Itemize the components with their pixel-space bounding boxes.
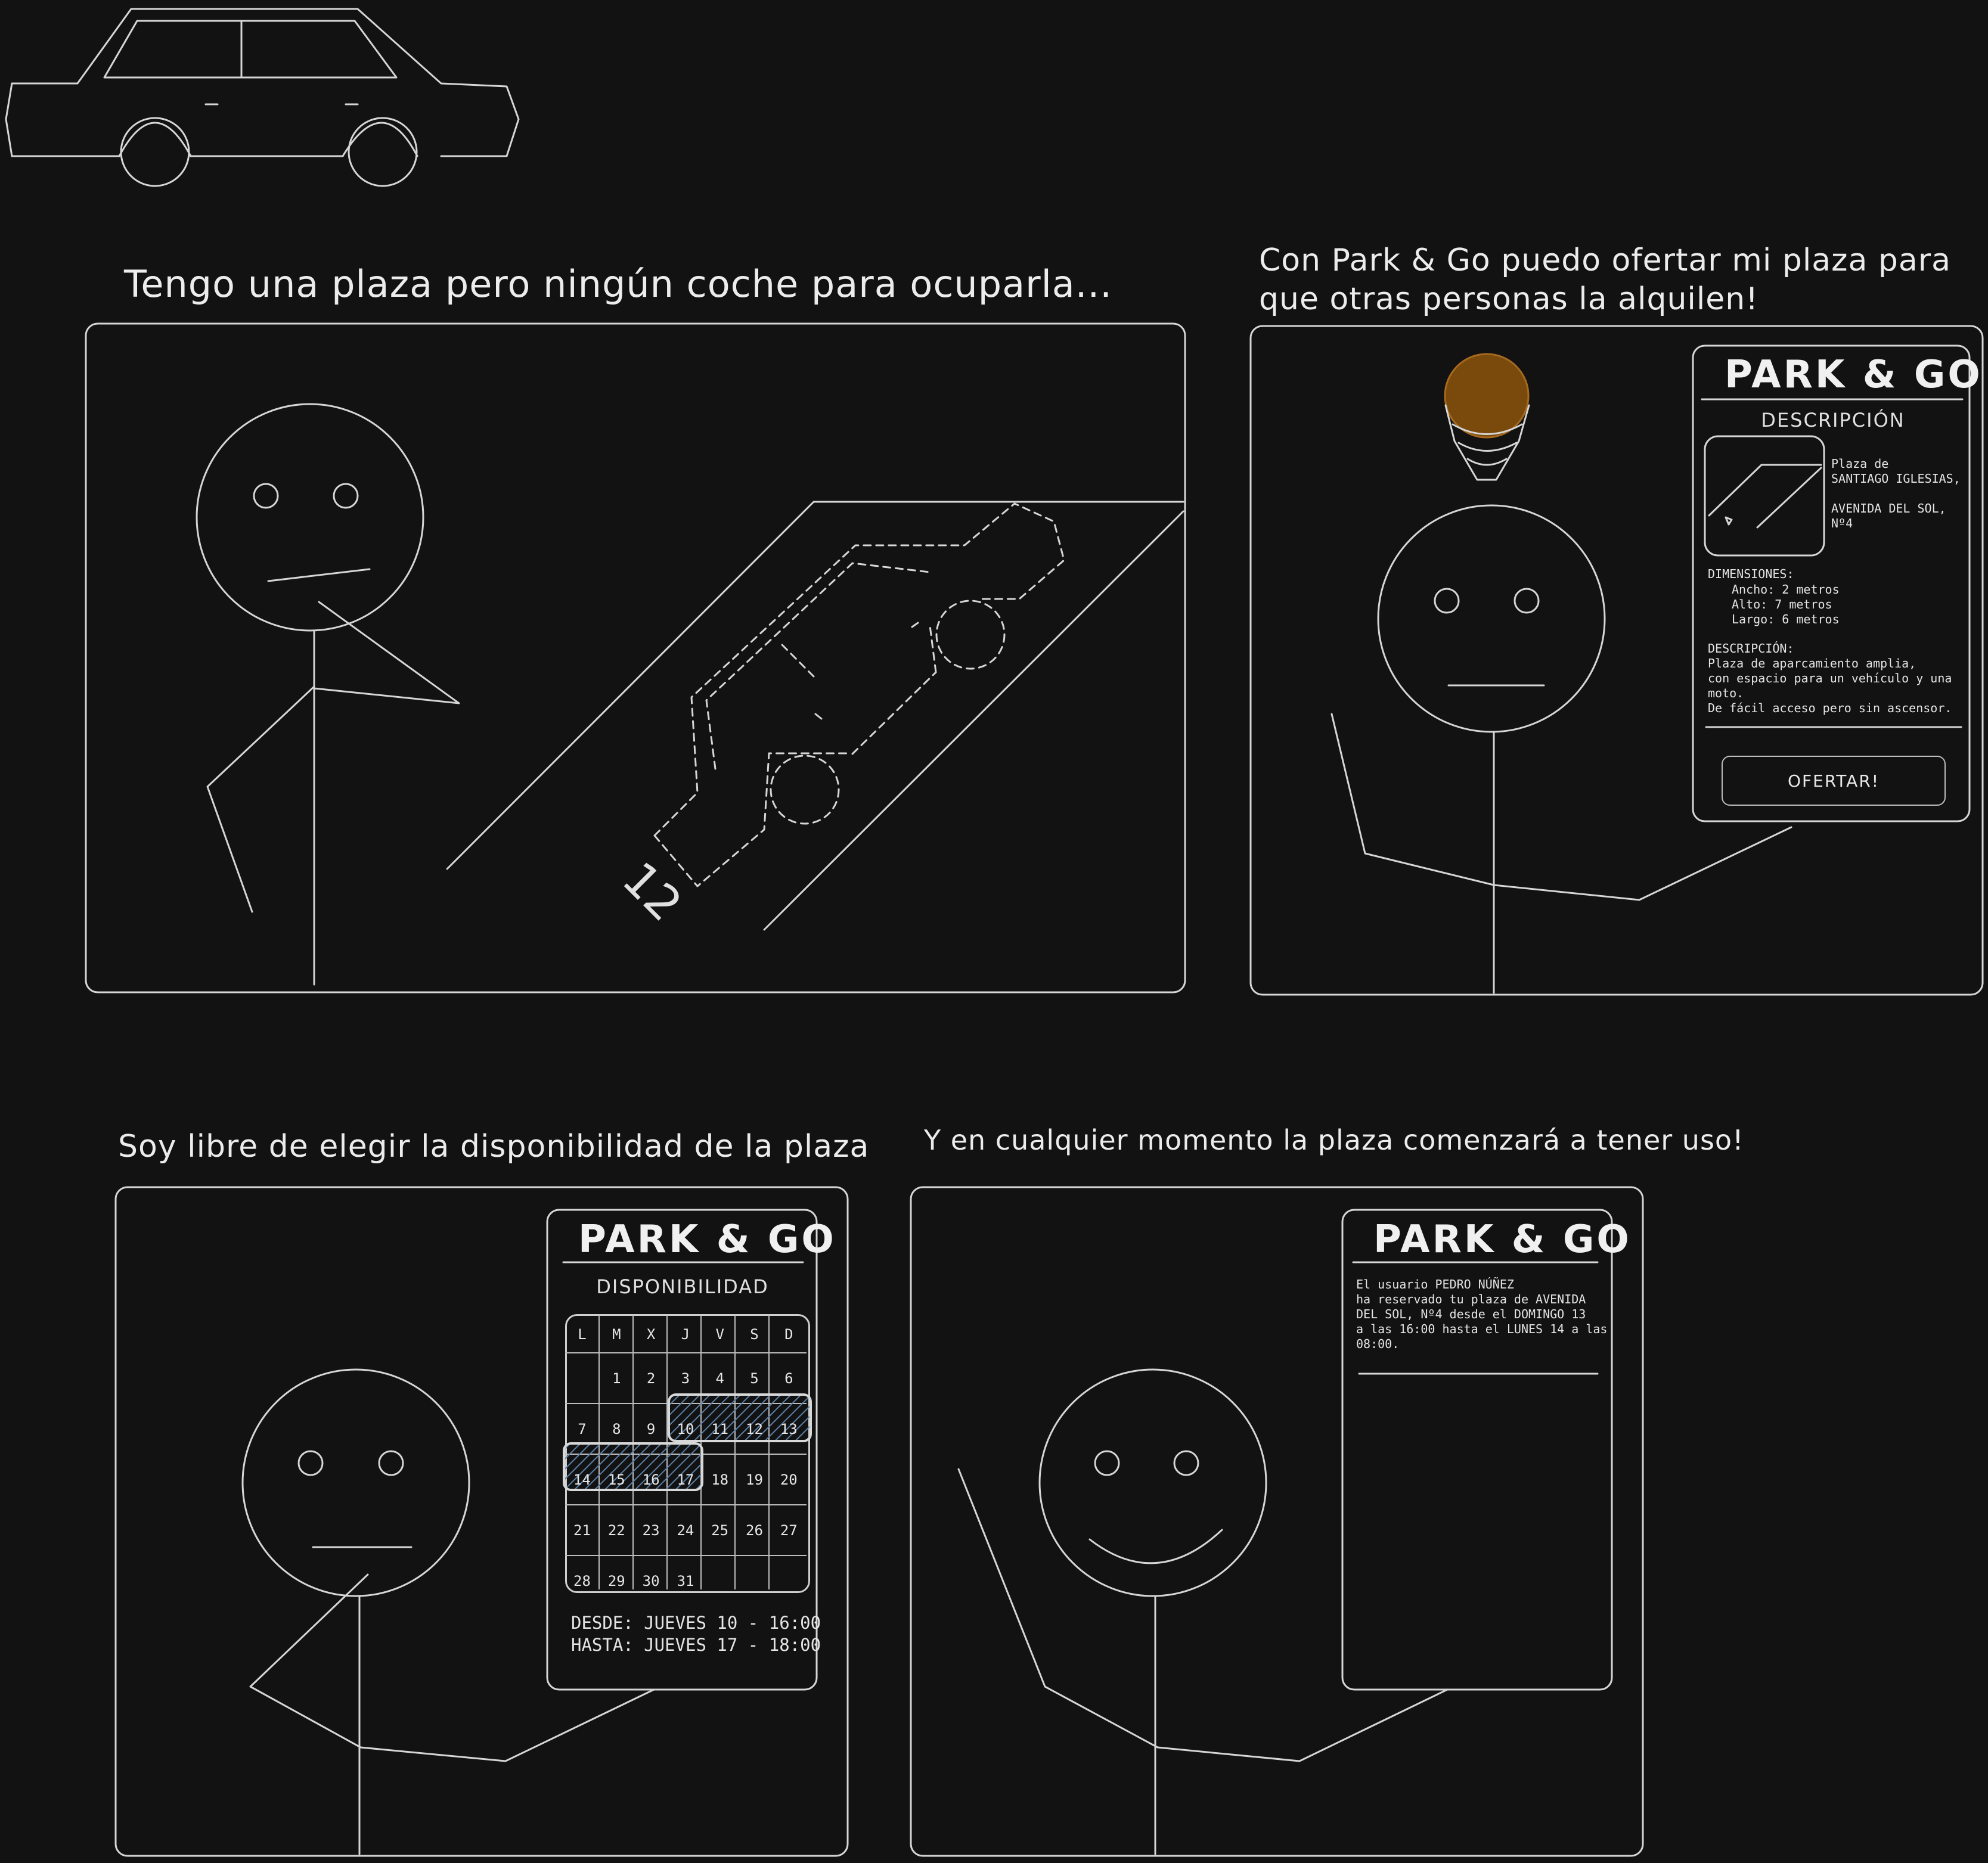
calendar-day[interactable]: 14 xyxy=(565,1454,599,1505)
calendar-day[interactable]: 16 xyxy=(634,1454,668,1505)
calendar-day[interactable]: 1 xyxy=(600,1353,634,1404)
calendar-day[interactable]: 21 xyxy=(565,1505,599,1555)
notification-card-brand: PARK & GO xyxy=(1373,1218,1632,1262)
calendar-day[interactable]: 22 xyxy=(600,1505,634,1555)
calendar-day[interactable]: 24 xyxy=(668,1505,702,1555)
calendar-day[interactable]: 3 xyxy=(668,1353,702,1404)
calendar-day[interactable]: 7 xyxy=(565,1404,599,1454)
calendar-day[interactable]: 27 xyxy=(772,1505,806,1555)
calendar-day[interactable]: 15 xyxy=(600,1454,634,1505)
calendar-day[interactable]: 29 xyxy=(600,1555,634,1606)
calendar-day[interactable]: 17 xyxy=(668,1454,702,1505)
calendar-day[interactable]: 20 xyxy=(772,1454,806,1505)
calendar-day[interactable]: 30 xyxy=(634,1555,668,1606)
calendar-day[interactable]: 19 xyxy=(737,1454,771,1505)
calendar-day[interactable]: 4 xyxy=(703,1353,737,1404)
calendar-weekday-header: V xyxy=(715,1325,724,1343)
calendar-day[interactable]: 31 xyxy=(668,1555,702,1606)
calendar-day[interactable]: 23 xyxy=(634,1505,668,1555)
calendar-day[interactable]: 18 xyxy=(703,1454,737,1505)
notification-message: El usuario PEDRO NÚÑEZ ha reservado tu p… xyxy=(1356,1277,1608,1351)
calendar-day[interactable]: 10 xyxy=(668,1404,702,1454)
calendar-day[interactable]: 25 xyxy=(703,1505,737,1555)
calendar-day[interactable]: 11 xyxy=(703,1404,737,1454)
availability-to: HASTA: JUEVES 17 - 18:00 xyxy=(571,1635,821,1655)
calendar-day[interactable]: 2 xyxy=(634,1353,668,1404)
calendar-weekday-header: X xyxy=(646,1325,656,1343)
calendar-day[interactable]: 28 xyxy=(565,1555,599,1606)
calendar-day[interactable]: 26 xyxy=(737,1505,771,1555)
calendar-weekday-header: J xyxy=(681,1325,690,1343)
calendar-weekday-header: S xyxy=(750,1325,759,1343)
calendar-weekday-header: D xyxy=(784,1325,793,1343)
availability-from: DESDE: JUEVES 10 - 16:00 xyxy=(571,1613,821,1633)
calendar-day[interactable]: 13 xyxy=(772,1404,806,1454)
calendar-weekday-header: L xyxy=(578,1325,587,1343)
calendar-grid xyxy=(563,1315,812,1589)
calendar-weekday-header: M xyxy=(612,1325,621,1343)
calendar-day[interactable]: 5 xyxy=(737,1353,771,1404)
calendar-day[interactable]: 9 xyxy=(634,1404,668,1454)
calendar-day[interactable]: 8 xyxy=(600,1404,634,1454)
calendar-day[interactable]: 6 xyxy=(772,1353,806,1404)
calendar-day[interactable]: 12 xyxy=(737,1404,771,1454)
